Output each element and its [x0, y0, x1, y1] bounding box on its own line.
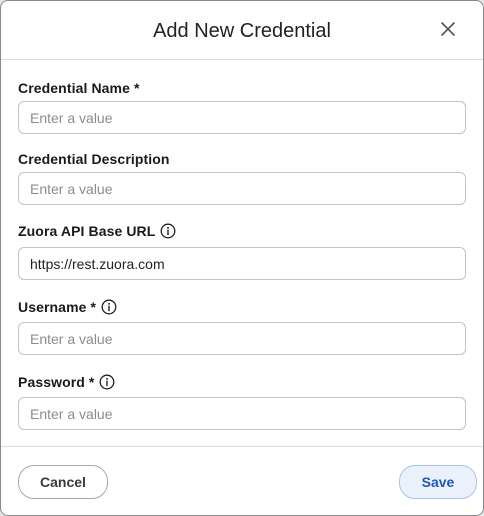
username-field[interactable] — [18, 322, 466, 355]
password-field[interactable] — [18, 397, 466, 430]
credential-name-input[interactable] — [19, 102, 450, 133]
credential-description-input[interactable] — [19, 173, 450, 204]
credential-description-label-row: Credential Description — [18, 150, 170, 168]
api-base-url-field[interactable] — [18, 247, 466, 280]
add-credential-dialog: Add New Credential Credential Name * Cre… — [0, 0, 484, 516]
api-base-url-label-row: Zuora API Base URL — [18, 222, 176, 240]
credential-name-field[interactable] — [18, 101, 466, 134]
credential-name-label: Credential Name * — [18, 80, 140, 96]
info-icon[interactable] — [99, 374, 115, 390]
close-button[interactable] — [437, 18, 459, 40]
save-button[interactable]: Save — [399, 465, 477, 499]
credential-description-label: Credential Description — [18, 151, 170, 167]
username-label-row: Username * — [18, 298, 117, 316]
credential-name-label-row: Credential Name * — [18, 79, 140, 97]
api-base-url-input[interactable] — [19, 248, 450, 279]
info-icon[interactable] — [160, 223, 176, 239]
cancel-button[interactable]: Cancel — [18, 465, 108, 499]
credential-description-field[interactable] — [18, 172, 466, 205]
password-input[interactable] — [19, 398, 450, 429]
info-icon[interactable] — [101, 299, 117, 315]
dialog-title: Add New Credential — [153, 20, 331, 42]
api-base-url-label: Zuora API Base URL — [18, 223, 156, 239]
dialog-body: Credential Name * Credential Description… — [1, 60, 483, 446]
password-label: Password * — [18, 374, 95, 390]
username-input[interactable] — [19, 323, 450, 354]
dialog-footer: Cancel Save — [1, 446, 483, 515]
dialog-header: Add New Credential — [1, 1, 483, 60]
password-label-row: Password * — [18, 373, 115, 391]
username-label: Username * — [18, 299, 97, 315]
close-icon — [441, 22, 455, 36]
